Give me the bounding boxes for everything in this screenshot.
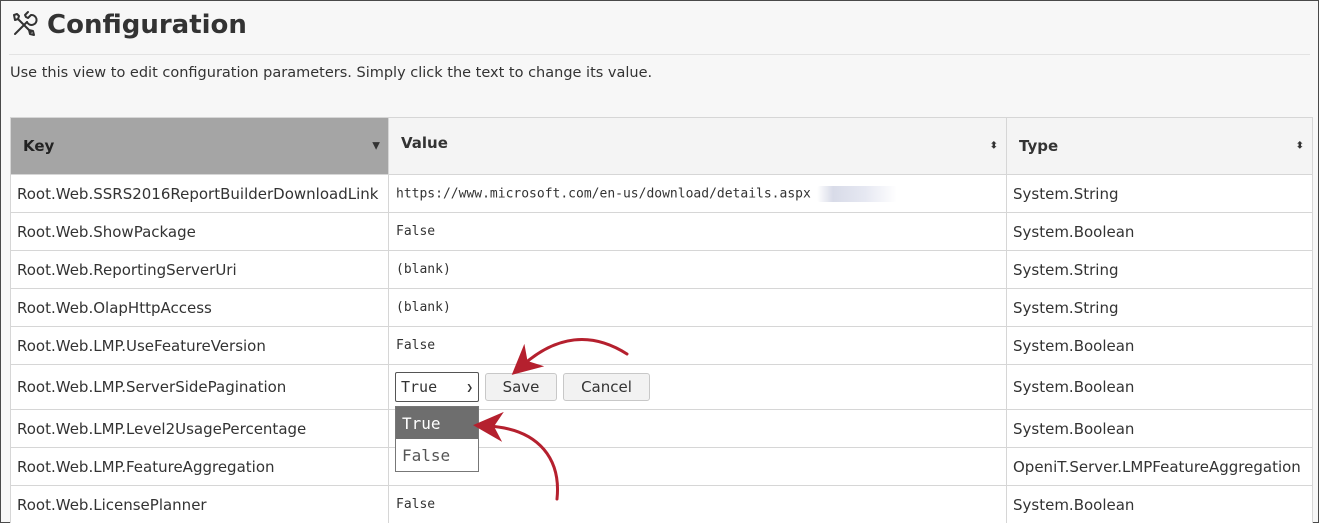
column-label: Value (401, 134, 448, 152)
value-cell[interactable]: (blank) (388, 250, 1007, 289)
value-cell[interactable]: False (388, 485, 1007, 523)
value-cell[interactable]: False (388, 212, 1007, 251)
table-row: Root.Web.LMP.UseFeatureVersion False Sys… (10, 326, 1313, 365)
column-header-type[interactable]: Type ⬍ (1006, 117, 1313, 175)
value-cell[interactable] (388, 409, 1007, 448)
type-cell: System.Boolean (1006, 326, 1313, 365)
page-title: Configuration (47, 10, 247, 40)
type-cell: System.String (1006, 250, 1313, 289)
type-cell: System.Boolean (1006, 485, 1313, 523)
key-cell: Root.Web.OlapHttpAccess (10, 288, 389, 327)
inline-editor: True ❯ Save Cancel (395, 372, 1000, 402)
chevron-down-icon: ❯ (466, 380, 473, 394)
table-row-editing: Root.Web.LMP.ServerSidePagination True ❯… (10, 364, 1313, 410)
value-cell-editor: True ❯ Save Cancel (388, 364, 1007, 410)
sort-descending-icon: ▼ (372, 140, 380, 152)
table-row: Root.Web.SSRS2016ReportBuilderDownloadLi… (10, 174, 1313, 213)
tools-icon (9, 10, 39, 40)
column-label: Key (23, 137, 55, 155)
table-row: Root.Web.OlapHttpAccess (blank) System.S… (10, 288, 1313, 327)
configuration-panel: Configuration Use this view to edit conf… (0, 0, 1319, 523)
value-options-dropdown: True False (395, 406, 479, 472)
column-header-key[interactable]: Key ▼ (10, 117, 389, 175)
table-row: Root.Web.LicensePlanner False System.Boo… (10, 485, 1313, 523)
key-cell: Root.Web.LMP.ServerSidePagination (10, 364, 389, 410)
key-cell: Root.Web.LicensePlanner (10, 485, 389, 523)
sort-icon: ⬍ (989, 140, 998, 152)
option-false[interactable]: False (396, 439, 478, 471)
value-cell[interactable]: (blank) (388, 288, 1007, 327)
option-true[interactable]: True (396, 407, 478, 439)
sort-icon: ⬍ (1295, 140, 1304, 152)
selected-value: True (401, 378, 438, 396)
value-text[interactable]: https://www.microsoft.com/en-us/download… (396, 186, 811, 201)
table-header-row: Key ▼ Value ⬍ Type ⬍ (10, 117, 1313, 175)
type-cell: OpeniT.Server.LMPFeatureAggregation (1006, 447, 1313, 486)
table-row: Root.Web.ReportingServerUri (blank) Syst… (10, 250, 1313, 289)
configuration-table: Key ▼ Value ⬍ Type ⬍ Root.Web.SSRS2016Re… (10, 117, 1313, 523)
save-button[interactable]: Save (485, 373, 557, 401)
table-row: Root.Web.LMP.Level2UsagePercentage Syste… (10, 409, 1313, 448)
type-cell: System.String (1006, 174, 1313, 213)
table-row: Root.Web.ShowPackage False System.Boolea… (10, 212, 1313, 251)
column-header-value[interactable]: Value ⬍ (388, 117, 1007, 175)
page-description: Use this view to edit configuration para… (10, 65, 653, 81)
key-cell: Root.Web.LMP.FeatureAggregation (10, 447, 389, 486)
table-row: Root.Web.LMP.FeatureAggregation OpeniT.S… (10, 447, 1313, 486)
value-select[interactable]: True ❯ (395, 372, 479, 402)
key-cell: Root.Web.SSRS2016ReportBuilderDownloadLi… (10, 174, 389, 213)
type-cell: System.Boolean (1006, 364, 1313, 410)
redacted-blur (816, 185, 897, 202)
page-header: Configuration (9, 5, 247, 45)
cancel-button[interactable]: Cancel (563, 373, 650, 401)
value-cell[interactable]: False (388, 326, 1007, 365)
header-divider (9, 54, 1310, 55)
type-cell: System.Boolean (1006, 212, 1313, 251)
column-label: Type (1019, 137, 1059, 155)
key-cell: Root.Web.LMP.UseFeatureVersion (10, 326, 389, 365)
value-cell[interactable]: https://www.microsoft.com/en-us/download… (388, 174, 1007, 213)
key-cell: Root.Web.LMP.Level2UsagePercentage (10, 409, 389, 448)
type-cell: System.Boolean (1006, 409, 1313, 448)
type-cell: System.String (1006, 288, 1313, 327)
value-cell[interactable] (388, 447, 1007, 486)
key-cell: Root.Web.ReportingServerUri (10, 250, 389, 289)
key-cell: Root.Web.ShowPackage (10, 212, 389, 251)
